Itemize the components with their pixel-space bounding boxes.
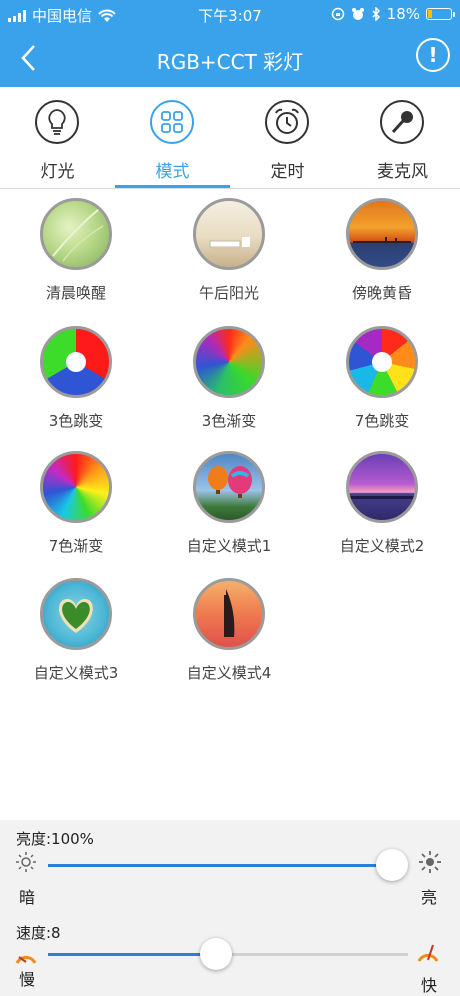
wheel-center (372, 352, 392, 372)
mode-7-color-fade[interactable]: 7色渐变 (0, 441, 152, 559)
speed-min-label: 慢 (19, 970, 36, 989)
mode-label: 3色跳变 (48, 412, 104, 430)
tab-label: 定时 (270, 162, 305, 182)
burj-al-arab-image (193, 578, 265, 650)
speed-fill (48, 953, 214, 956)
mode-afternoon-sun[interactable]: 午后阳光 (153, 188, 305, 306)
tab-bar: 灯光 模式 定时 麦克风 (0, 87, 460, 189)
brightness-max-label: 亮 (421, 888, 438, 907)
battery-text: 18% (386, 5, 420, 23)
slow-gauge-icon (15, 955, 37, 964)
seven-color-wheel (346, 326, 418, 398)
status-bar: 中国电信 下午3:07 18% (0, 0, 460, 30)
purple-sunset-image (346, 451, 418, 523)
tab-timer[interactable]: 定时 (230, 87, 345, 188)
exclamation-icon: ! (428, 43, 438, 67)
mode-3-color-fade[interactable]: 3色渐变 (153, 316, 305, 434)
grid-icon (150, 100, 194, 144)
brightness-fill (48, 864, 396, 867)
sunset-pier-image (346, 198, 418, 270)
mode-label: 7色渐变 (48, 537, 104, 555)
fast-gauge-icon (417, 944, 439, 962)
mode-label: 自定义模式1 (186, 537, 272, 555)
heart-island-image (40, 578, 112, 650)
sun-bright-icon (419, 851, 441, 873)
app-header: 中国电信 下午3:07 18% RGB+CCT 彩灯 ! (0, 0, 460, 87)
three-color-wheel (40, 326, 112, 398)
seven-color-gradient-wheel (40, 451, 112, 523)
bulb-icon (35, 100, 79, 144)
mode-label: 自定义模式3 (33, 664, 119, 682)
morning-leaves-image (40, 198, 112, 270)
mode-label: 午后阳光 (198, 284, 259, 302)
speed-label: 速度:8 (16, 924, 61, 942)
battery-icon (426, 8, 455, 20)
mode-label: 自定义模式2 (339, 537, 425, 555)
mode-label: 7色跳变 (354, 412, 410, 430)
page-title: RGB+CCT 彩灯 (156, 50, 304, 74)
mode-evening-dusk[interactable]: 傍晚黄昏 (306, 188, 458, 306)
speed-max-label: 快 (421, 976, 438, 995)
mode-custom-1[interactable]: 自定义模式1 (153, 441, 305, 559)
mode-morning-wake[interactable]: 清晨唤醒 (0, 188, 152, 306)
mode-custom-2[interactable]: 自定义模式2 (306, 441, 458, 559)
mode-custom-3[interactable]: 自定义模式3 (0, 568, 152, 686)
tab-microphone[interactable]: 麦克风 (345, 87, 460, 188)
sun-dim-icon (16, 852, 36, 872)
brightness-label: 亮度:100% (16, 830, 94, 848)
alarm-clock-icon (265, 100, 309, 144)
tab-label: 模式 (155, 162, 190, 182)
afternoon-book-image (193, 198, 265, 270)
lock-rotation-icon (331, 7, 344, 21)
tab-label: 麦克风 (377, 162, 428, 182)
nav-bar: RGB+CCT 彩灯 ! (0, 30, 460, 87)
mode-label: 傍晚黄昏 (351, 284, 412, 302)
mode-label: 3色渐变 (201, 412, 257, 430)
brightness-slider[interactable] (48, 864, 396, 867)
mode-label: 清晨唤醒 (45, 284, 106, 302)
tab-mode[interactable]: 模式 (115, 87, 230, 188)
wheel-center (66, 352, 86, 372)
control-panel: 亮度:100% 暗 亮 速度:8 慢 快 (0, 820, 460, 996)
brightness-min-label: 暗 (19, 888, 36, 907)
three-color-gradient-wheel (193, 326, 265, 398)
tab-light[interactable]: 灯光 (0, 87, 115, 188)
mode-custom-4[interactable]: 自定义模式4 (153, 568, 305, 686)
alarm-icon (351, 8, 364, 20)
bluetooth-icon (372, 7, 380, 21)
speed-thumb[interactable] (200, 938, 232, 970)
hot-air-balloon-image (193, 451, 265, 523)
mode-label: 自定义模式4 (186, 664, 272, 682)
brightness-thumb[interactable] (376, 849, 408, 881)
mode-3-color-jump[interactable]: 3色跳变 (0, 316, 152, 434)
microphone-icon (380, 100, 424, 144)
tab-label: 灯光 (40, 162, 75, 182)
mode-7-color-jump[interactable]: 7色跳变 (306, 316, 458, 434)
info-button[interactable]: ! (416, 38, 450, 72)
